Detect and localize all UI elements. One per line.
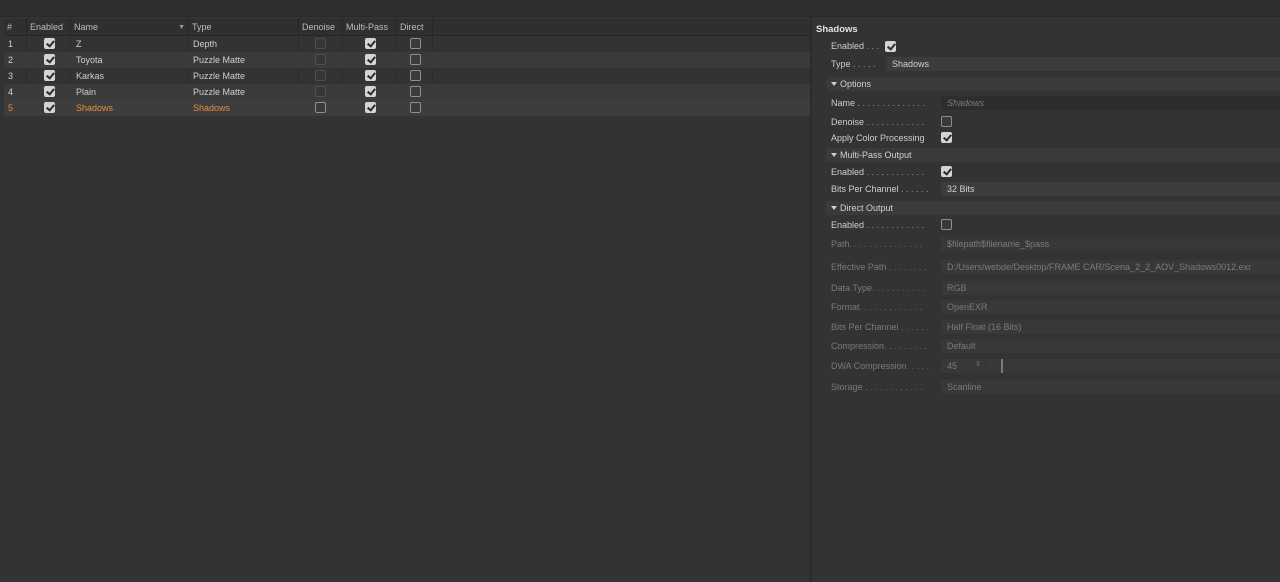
aov-table: # Enabled Name ▼ Type Denoise Multi-Pass… (4, 19, 810, 582)
multipass-section-header[interactable]: Multi-Pass Output (826, 148, 1280, 162)
multipass-enabled-label: Enabled . . . . . . . . . . . . (831, 167, 925, 177)
effective-path-label: Effective Path . . . . . . . . (831, 262, 927, 272)
pass-type: Depth (193, 39, 218, 49)
name-label: Name . . . . . . . . . . . . . . (831, 98, 926, 108)
direct-enabled-checkbox[interactable] (941, 219, 952, 230)
table-row[interactable]: 1 Z Depth (4, 36, 810, 52)
row-number: 5 (8, 103, 14, 113)
direct-checkbox[interactable] (410, 70, 421, 81)
apply-color-processing-label: Apply Color Processing (831, 133, 925, 143)
attributes-panel: Shadows Enabled . . . Type . . . . . Sha… (812, 17, 1280, 582)
format-label: Format. . . . . . . . . . . . . (831, 302, 923, 312)
pass-type: Puzzle Matte (193, 55, 246, 65)
table-row[interactable]: 2 Toyota Puzzle Matte (4, 52, 810, 68)
dwa-compression-slider[interactable] (986, 359, 1280, 373)
triangle-down-icon (831, 82, 837, 86)
multipass-bits-label: Bits Per Channel . . . . . . (831, 184, 929, 194)
direct-bits-dropdown[interactable]: Half Float (16 Bits) (941, 320, 1280, 334)
enabled-checkbox[interactable] (44, 38, 55, 49)
storage-label: Storage . . . . . . . . . . . . (831, 382, 923, 392)
options-section-header[interactable]: Options (826, 77, 1280, 91)
panel-title: Shadows (816, 24, 858, 35)
pass-name: Karkas (76, 71, 105, 81)
denoise-checkbox[interactable] (315, 86, 326, 97)
compression-label: Compression. . . . . . . . . (831, 341, 927, 351)
storage-dropdown[interactable]: Scanline (941, 380, 1280, 394)
direct-bits-label: Bits Per Channel . . . . . . (831, 322, 929, 332)
denoise-checkbox[interactable] (941, 116, 952, 127)
multipass-checkbox[interactable] (365, 86, 376, 97)
row-number: 3 (8, 71, 14, 81)
col-header-denoise[interactable]: Denoise (299, 19, 343, 36)
compression-dropdown[interactable]: Default (941, 339, 1280, 353)
multipass-checkbox[interactable] (365, 102, 376, 113)
apply-color-processing-checkbox[interactable] (941, 132, 952, 143)
pass-name: Toyota (76, 55, 103, 65)
denoise-label: Denoise . . . . . . . . . . . . (831, 117, 925, 127)
multipass-enabled-checkbox[interactable] (941, 166, 952, 177)
spinner-arrows-icon[interactable]: ⇕ (975, 360, 981, 368)
triangle-down-icon (831, 153, 837, 157)
multipass-checkbox[interactable] (365, 70, 376, 81)
data-type-label: Data Type. . . . . . . . . . . (831, 283, 925, 293)
table-row[interactable]: 5 Shadows Shadows (4, 100, 810, 116)
path-label: Path. . . . . . . . . . . . . . . (831, 239, 923, 249)
multipass-bits-dropdown[interactable]: 32 Bits (941, 182, 1280, 196)
enabled-label: Enabled . . . (831, 41, 880, 51)
slider-handle[interactable] (1001, 359, 1003, 373)
direct-checkbox[interactable] (410, 86, 421, 97)
direct-enabled-label: Enabled . . . . . . . . . . . . (831, 220, 925, 230)
pass-name: Z (76, 39, 82, 49)
data-type-dropdown[interactable]: RGB (941, 281, 1280, 295)
row-number: 4 (8, 87, 14, 97)
denoise-checkbox[interactable] (315, 102, 326, 113)
enabled-checkbox[interactable] (44, 70, 55, 81)
enabled-checkbox[interactable] (885, 41, 896, 52)
pass-name: Shadows (76, 103, 114, 113)
col-header-name[interactable]: Name ▼ (71, 19, 189, 36)
dwa-compression-label: DWA Compression. . . . . (831, 361, 930, 371)
enabled-checkbox[interactable] (44, 102, 55, 113)
denoise-checkbox[interactable] (315, 54, 326, 65)
multipass-checkbox[interactable] (365, 38, 376, 49)
col-header-enabled[interactable]: Enabled (27, 19, 71, 36)
effective-path-field: D:/Users/webde/Desktop/FRAME CAR/Scena_2… (941, 260, 1280, 274)
format-dropdown[interactable]: OpenEXR (941, 300, 1280, 314)
pass-type: Puzzle Matte (193, 87, 246, 97)
triangle-down-icon (831, 206, 837, 210)
table-row[interactable]: 3 Karkas Puzzle Matte (4, 68, 810, 84)
pass-type: Shadows (193, 103, 231, 113)
type-dropdown[interactable]: Shadows (886, 57, 1280, 71)
denoise-checkbox[interactable] (315, 70, 326, 81)
top-toolbar (0, 0, 1280, 17)
enabled-checkbox[interactable] (44, 86, 55, 97)
denoise-checkbox[interactable] (315, 38, 326, 49)
multipass-section-label: Multi-Pass Output (840, 150, 912, 160)
options-section-label: Options (840, 79, 872, 89)
col-header-type[interactable]: Type (189, 19, 299, 36)
direct-checkbox[interactable] (410, 38, 421, 49)
direct-output-section-header[interactable]: Direct Output (826, 201, 1280, 215)
enabled-checkbox[interactable] (44, 54, 55, 65)
path-input[interactable]: $filepath$filename_$pass (941, 237, 1280, 251)
col-header-number[interactable]: # (4, 19, 27, 36)
row-number: 1 (8, 39, 14, 49)
pass-name: Plain (76, 87, 97, 97)
table-row[interactable]: 4 Plain Puzzle Matte (4, 84, 810, 100)
row-number: 2 (8, 55, 14, 65)
pass-type: Puzzle Matte (193, 71, 246, 81)
col-header-multipass[interactable]: Multi-Pass (343, 19, 397, 36)
direct-checkbox[interactable] (410, 102, 421, 113)
direct-checkbox[interactable] (410, 54, 421, 65)
type-label: Type . . . . . (831, 59, 876, 69)
table-header: # Enabled Name ▼ Type Denoise Multi-Pass… (4, 19, 810, 36)
direct-output-section-label: Direct Output (840, 203, 894, 213)
triangle-down-icon[interactable]: ▼ (178, 19, 185, 36)
col-header-name-label: Name (74, 22, 99, 32)
multipass-checkbox[interactable] (365, 54, 376, 65)
col-header-direct[interactable]: Direct (397, 19, 433, 36)
name-input[interactable]: Shadows (941, 96, 1280, 110)
